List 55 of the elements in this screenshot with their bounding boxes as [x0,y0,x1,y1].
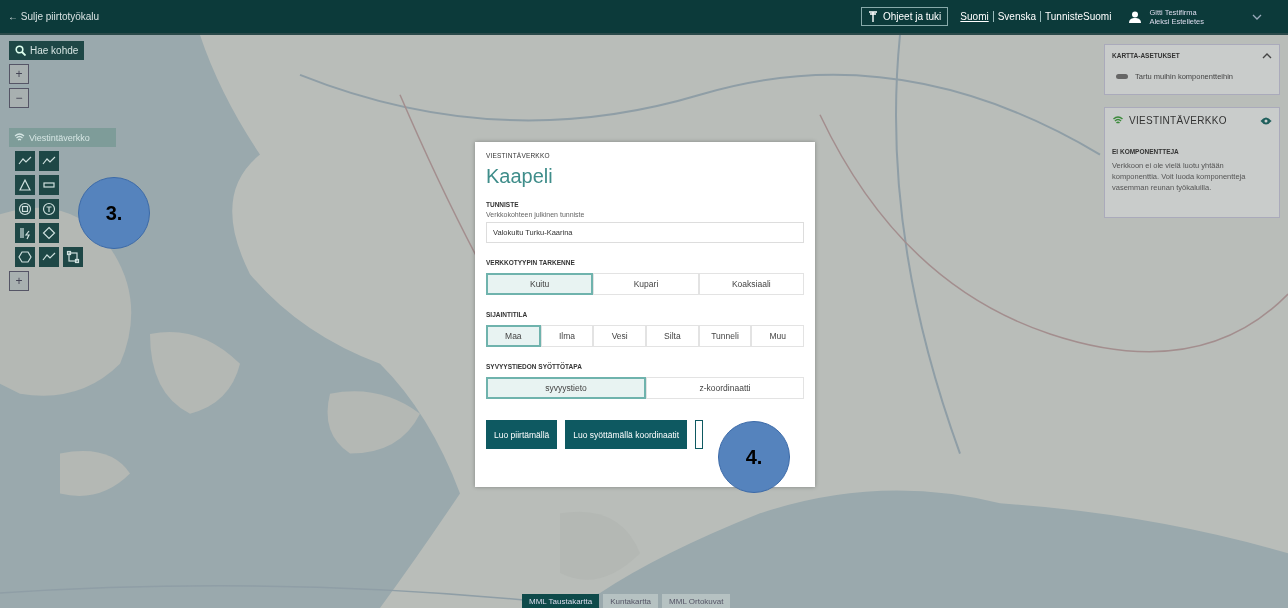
option-button[interactable]: Kupari [593,273,699,295]
option-button[interactable]: Vesi [593,325,646,347]
bolt-icon [18,226,32,240]
network-title: VIESTINTÄVERKKO [1129,115,1228,126]
zoom-out-button[interactable]: − [9,88,29,108]
hexagon-icon [18,250,32,264]
language-link[interactable]: Suomi [960,11,989,22]
triangle-icon [18,178,32,192]
option-button[interactable]: Muu [751,325,805,347]
draw-tool-button[interactable] [63,247,83,267]
draw-tool-button[interactable] [15,199,35,219]
signpost-icon [867,11,878,22]
eye-icon[interactable] [1260,116,1272,125]
base-map-tab[interactable]: MML Ortokuvat [662,594,731,608]
draw-tool-button[interactable] [39,151,59,171]
user-icon [1129,10,1142,23]
create-button[interactable]: Luo syöttämällä koordinaatit [565,420,688,449]
option-button[interactable]: Silta [646,325,699,347]
wifi-icon [1112,116,1124,125]
vertices-icon [66,250,80,264]
option-button[interactable]: Koaksiaali [698,273,804,295]
chevron-down-icon[interactable] [1252,13,1262,20]
option-button[interactable]: Kuitu [486,273,594,295]
draw-tool-button[interactable] [15,151,35,171]
option-button[interactable]: Maa [486,325,541,347]
wifi-icon [14,133,25,142]
ring-icon [18,202,32,216]
draw-tool-button[interactable] [15,175,35,195]
help-button[interactable]: Ohjeet ja tuki [860,7,949,26]
create-button[interactable]: Luo piirtämällä [486,420,558,449]
chevron-icon[interactable] [1262,52,1272,59]
language-link[interactable]: TunnisteSuomi [1045,11,1112,22]
diamond-icon [42,226,56,240]
draw-tool-button[interactable] [15,223,35,243]
option-button[interactable]: syvyystieto [486,377,646,399]
search-button[interactable]: Hae kohde [9,41,85,60]
dialog-title: Kaapeli [486,165,554,188]
zoom-in-button[interactable]: + [9,64,29,84]
draw-tool-button[interactable] [39,223,59,243]
option-button[interactable]: Tunneli [698,325,752,347]
base-map-tab[interactable]: Kuntakartta [603,594,659,608]
draw-tool-button[interactable] [39,247,59,267]
option-button[interactable]: Ilma [540,325,594,347]
back-link[interactable]: ← Sulje piirtotyökalu [8,11,100,22]
circle-t-icon [42,202,56,216]
search-icon [15,45,26,56]
add-button[interactable]: + [9,271,29,291]
language-link[interactable]: Svenska [997,11,1037,22]
draw-tool-button[interactable] [39,199,59,219]
toggle-switch[interactable] [1116,74,1128,79]
draw-tool-button[interactable] [39,175,59,195]
base-map-tab[interactable]: MML Taustakartta [522,594,600,608]
option-button[interactable]: z-koordinaatti [646,377,804,399]
draw-tool-button[interactable] [15,247,35,267]
outline-button[interactable] [695,420,704,449]
